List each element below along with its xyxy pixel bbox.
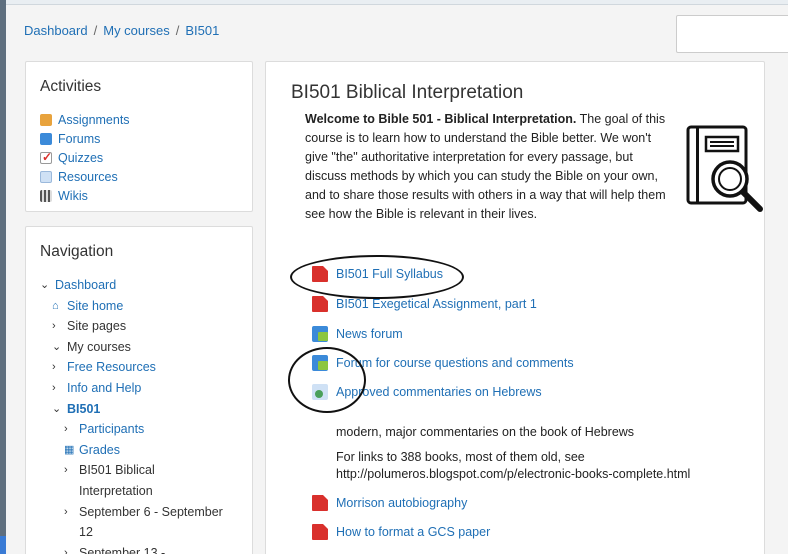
nav-item-label: 12: [79, 525, 93, 540]
nav-item: › September 13 -: [40, 543, 238, 554]
course-title: BI501 Biblical Interpretation: [291, 82, 524, 103]
breadcrumb-dashboard[interactable]: Dashboard: [24, 23, 88, 38]
nav-item: 12: [40, 522, 238, 543]
forum-icon: [40, 132, 52, 145]
navigation-title: Navigation: [40, 243, 114, 260]
nav-item[interactable]: › Info and Help: [40, 378, 238, 399]
nav-item-label[interactable]: Grades: [79, 440, 120, 461]
chevron-right-icon: ›: [52, 381, 56, 394]
activity-quizzes[interactable]: ✓ Quizzes: [40, 148, 238, 167]
resource-label: Morrison autobiography: [336, 496, 468, 510]
navigation-block: Navigation ⌄ Dashboard ⌂ Site home › Site pag…: [25, 226, 253, 554]
grades-icon: ▦: [64, 443, 75, 456]
nav-item-label[interactable]: Info and Help: [67, 378, 141, 399]
nav-item[interactable]: › Free Resources: [40, 357, 238, 378]
nav-item[interactable]: ⌂ Site home: [40, 296, 238, 317]
nav-item: › Site pages: [40, 316, 238, 337]
course-intro: Welcome to Bible 501 - Biblical Interpre…: [305, 110, 670, 224]
breadcrumb: Dashboard / My courses / BI501: [24, 23, 219, 38]
nav-item-label[interactable]: Free Resources: [67, 357, 156, 378]
breadcrumb-my-courses[interactable]: My courses: [103, 23, 169, 38]
activity-label: Wikis: [58, 188, 88, 203]
nav-item: › September 6 - September: [40, 502, 238, 523]
chevron-down-icon: ⌄: [40, 279, 50, 291]
search-input[interactable]: [676, 15, 788, 53]
breadcrumb-separator: /: [93, 23, 98, 38]
window-left-edge-accent: [0, 536, 6, 554]
nav-item-label[interactable]: BI501: [67, 399, 100, 420]
pdf-icon: [312, 296, 328, 312]
nav-item: › BI501 Biblical: [40, 460, 238, 481]
commentaries-description: modern, major commentaries on the book o…: [336, 425, 635, 439]
resource-label: Approved commentaries on Hebrews: [336, 385, 542, 399]
resource-exegetical-assignment[interactable]: BI501 Exegetical Assignment, part 1: [312, 296, 537, 312]
nav-item[interactable]: ⌄ Dashboard: [40, 275, 238, 296]
activities-block: Activities Assignments Forums ✓ Quizzes …: [25, 61, 253, 212]
chevron-down-icon: ⌄: [52, 340, 62, 353]
pdf-icon: [312, 495, 328, 511]
resource-label: How to format a GCS paper: [336, 525, 491, 539]
resource-label: Forum for course questions and comments: [336, 356, 574, 370]
resource-news-forum[interactable]: News forum: [312, 326, 403, 342]
breadcrumb-bi501[interactable]: BI501: [185, 23, 219, 38]
nav-item[interactable]: ▦ Grades: [40, 440, 238, 461]
activity-resources[interactable]: Resources: [40, 167, 238, 186]
nav-item[interactable]: › Participants: [40, 419, 238, 440]
nav-item-label: Site pages: [67, 319, 127, 334]
chevron-right-icon: ›: [64, 505, 68, 518]
chevron-right-icon: ›: [52, 361, 56, 374]
forum-icon: [312, 326, 328, 342]
chevron-right-icon: ›: [52, 320, 56, 333]
navigation-tree: ⌄ Dashboard ⌂ Site home › Site pages ⌄ My cours…: [40, 275, 238, 554]
chevron-right-icon: ›: [64, 546, 68, 554]
course-intro-text: The goal of this course is to learn how …: [305, 112, 666, 221]
book-search-icon: [686, 125, 763, 212]
nav-item-label[interactable]: Site home: [67, 296, 123, 317]
activity-label: Quizzes: [58, 150, 104, 165]
activity-label: Resources: [58, 169, 118, 184]
nav-item: ⌄ My courses: [40, 337, 238, 358]
top-bar: [0, 0, 788, 5]
nav-item[interactable]: ⌄ BI501: [40, 399, 238, 420]
resource-label: News forum: [336, 327, 403, 341]
nav-item: Interpretation: [40, 481, 238, 502]
annotation-circle-syllabus: [290, 255, 464, 299]
links-url: http://polumeros.blogspot.com/p/electron…: [336, 467, 691, 481]
links-description: For links to 388 books, most of them old…: [336, 450, 585, 464]
course-intro-bold: Welcome to Bible 501 - Biblical Interpre…: [305, 112, 577, 126]
chevron-right-icon: ›: [64, 464, 68, 477]
nav-item-label[interactable]: Dashboard: [55, 275, 116, 296]
quiz-icon: ✓: [40, 149, 53, 164]
activity-label: Assignments: [58, 112, 130, 127]
pdf-icon: [312, 524, 328, 540]
assignment-icon: [40, 113, 52, 126]
activity-label: Forums: [58, 131, 101, 146]
window-left-edge: [0, 0, 6, 554]
breadcrumb-separator: /: [175, 23, 180, 38]
activity-forums[interactable]: Forums: [40, 129, 238, 148]
nav-item-label: Interpretation: [79, 483, 153, 498]
nav-item-label: September 13 -: [79, 545, 166, 554]
nav-item-label: My courses: [67, 339, 131, 354]
nav-item-label[interactable]: Participants: [79, 419, 144, 440]
nav-item-label: September 6 - September: [79, 504, 223, 519]
activities-title: Activities: [40, 78, 102, 95]
course-content: BI501 Biblical Interpretation Welcome to…: [265, 61, 765, 554]
activity-wikis[interactable]: Wikis: [40, 186, 238, 205]
wiki-icon: [40, 189, 52, 202]
home-icon: ⌂: [52, 299, 59, 312]
resource-icon: [40, 170, 52, 183]
chevron-down-icon: ⌄: [52, 402, 62, 415]
resource-format-gcs-paper[interactable]: How to format a GCS paper: [312, 524, 490, 540]
resource-label: BI501 Exegetical Assignment, part 1: [336, 297, 537, 311]
resource-morrison-autobiography[interactable]: Morrison autobiography: [312, 495, 467, 511]
annotation-circle-forum-url: [288, 347, 366, 413]
activity-assignments[interactable]: Assignments: [40, 110, 238, 129]
nav-item-label: BI501 Biblical: [79, 463, 155, 478]
chevron-right-icon: ›: [64, 423, 68, 436]
